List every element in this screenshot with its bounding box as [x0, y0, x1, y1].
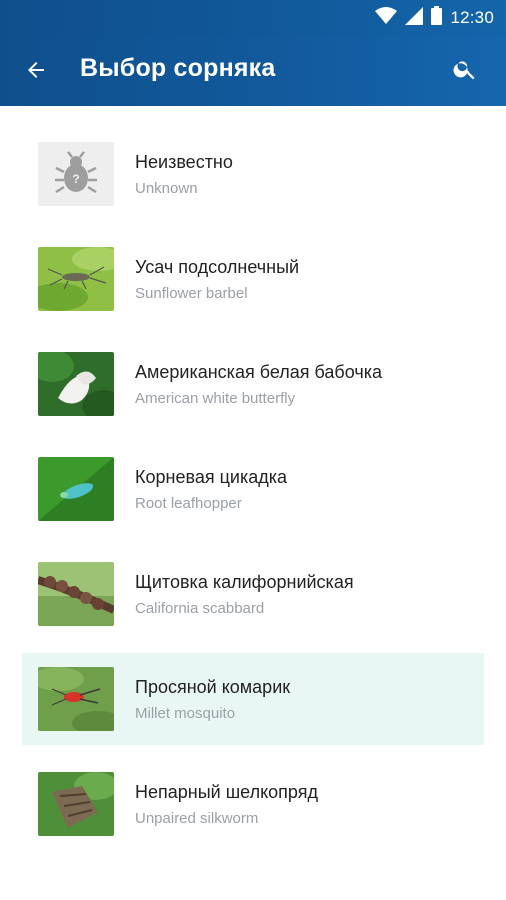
- item-subtitle: Sunflower barbel: [135, 285, 248, 302]
- item-name: Усач подсолнечный: [135, 257, 300, 277]
- item-thumbnail: [38, 667, 114, 731]
- item-thumbnail: [38, 352, 114, 416]
- arrow-back-icon: [24, 58, 48, 87]
- svg-text:?: ?: [72, 172, 79, 186]
- list-item-sunflower-barbel[interactable]: Усач подсолнечный Sunflower barbel: [22, 233, 484, 325]
- status-time: 12:30: [450, 8, 494, 27]
- item-name: Неизвестно: [135, 152, 233, 172]
- item-subtitle: Unknown: [135, 180, 198, 197]
- item-subtitle: Unpaired silkworm: [135, 810, 259, 827]
- item-thumbnail: [38, 562, 114, 626]
- list-item-millet-mosquito[interactable]: Просяной комарик Millet mosquito: [22, 653, 484, 745]
- item-name: Просяной комарик: [135, 677, 291, 697]
- list-item-california-scabbard[interactable]: Щитовка калифорнийская California scabba…: [22, 548, 484, 640]
- status-bar: 12:30: [0, 0, 506, 36]
- app-bar: Выбор сорняка: [0, 36, 506, 106]
- back-button[interactable]: [20, 56, 52, 88]
- list-item-unpaired-silkworm[interactable]: Непарный шелкопряд Unpaired silkworm: [22, 758, 484, 850]
- item-name: Щитовка калифорнийская: [135, 572, 354, 592]
- page-title: Выбор сорняка: [80, 54, 276, 82]
- item-name: Американская белая бабочка: [135, 362, 382, 382]
- wifi-icon: [375, 6, 398, 30]
- search-button[interactable]: [448, 54, 482, 88]
- item-subtitle: California scabbard: [135, 600, 265, 617]
- signal-icon: [405, 6, 424, 30]
- list-item-unknown[interactable]: ? Неизвестно Unknown: [22, 128, 484, 220]
- item-name: Корневая цикадка: [135, 467, 288, 487]
- battery-icon: [431, 6, 443, 30]
- item-subtitle: American white butterfly: [135, 390, 296, 407]
- item-thumbnail: [38, 247, 114, 311]
- item-name: Непарный шелкопряд: [135, 782, 318, 802]
- item-subtitle: Root leafhopper: [135, 495, 242, 512]
- status-icons: 12:30: [375, 6, 494, 30]
- list-item-root-leafhopper[interactable]: Корневая цикадка Root leafhopper: [22, 443, 484, 535]
- item-subtitle: Millet mosquito: [135, 705, 236, 722]
- item-thumbnail: [38, 457, 114, 521]
- item-thumbnail: [38, 772, 114, 836]
- list-item-american-white-butterfly[interactable]: Американская белая бабочка American whit…: [22, 338, 484, 430]
- search-icon: [452, 56, 478, 87]
- item-thumbnail: ?: [38, 142, 114, 206]
